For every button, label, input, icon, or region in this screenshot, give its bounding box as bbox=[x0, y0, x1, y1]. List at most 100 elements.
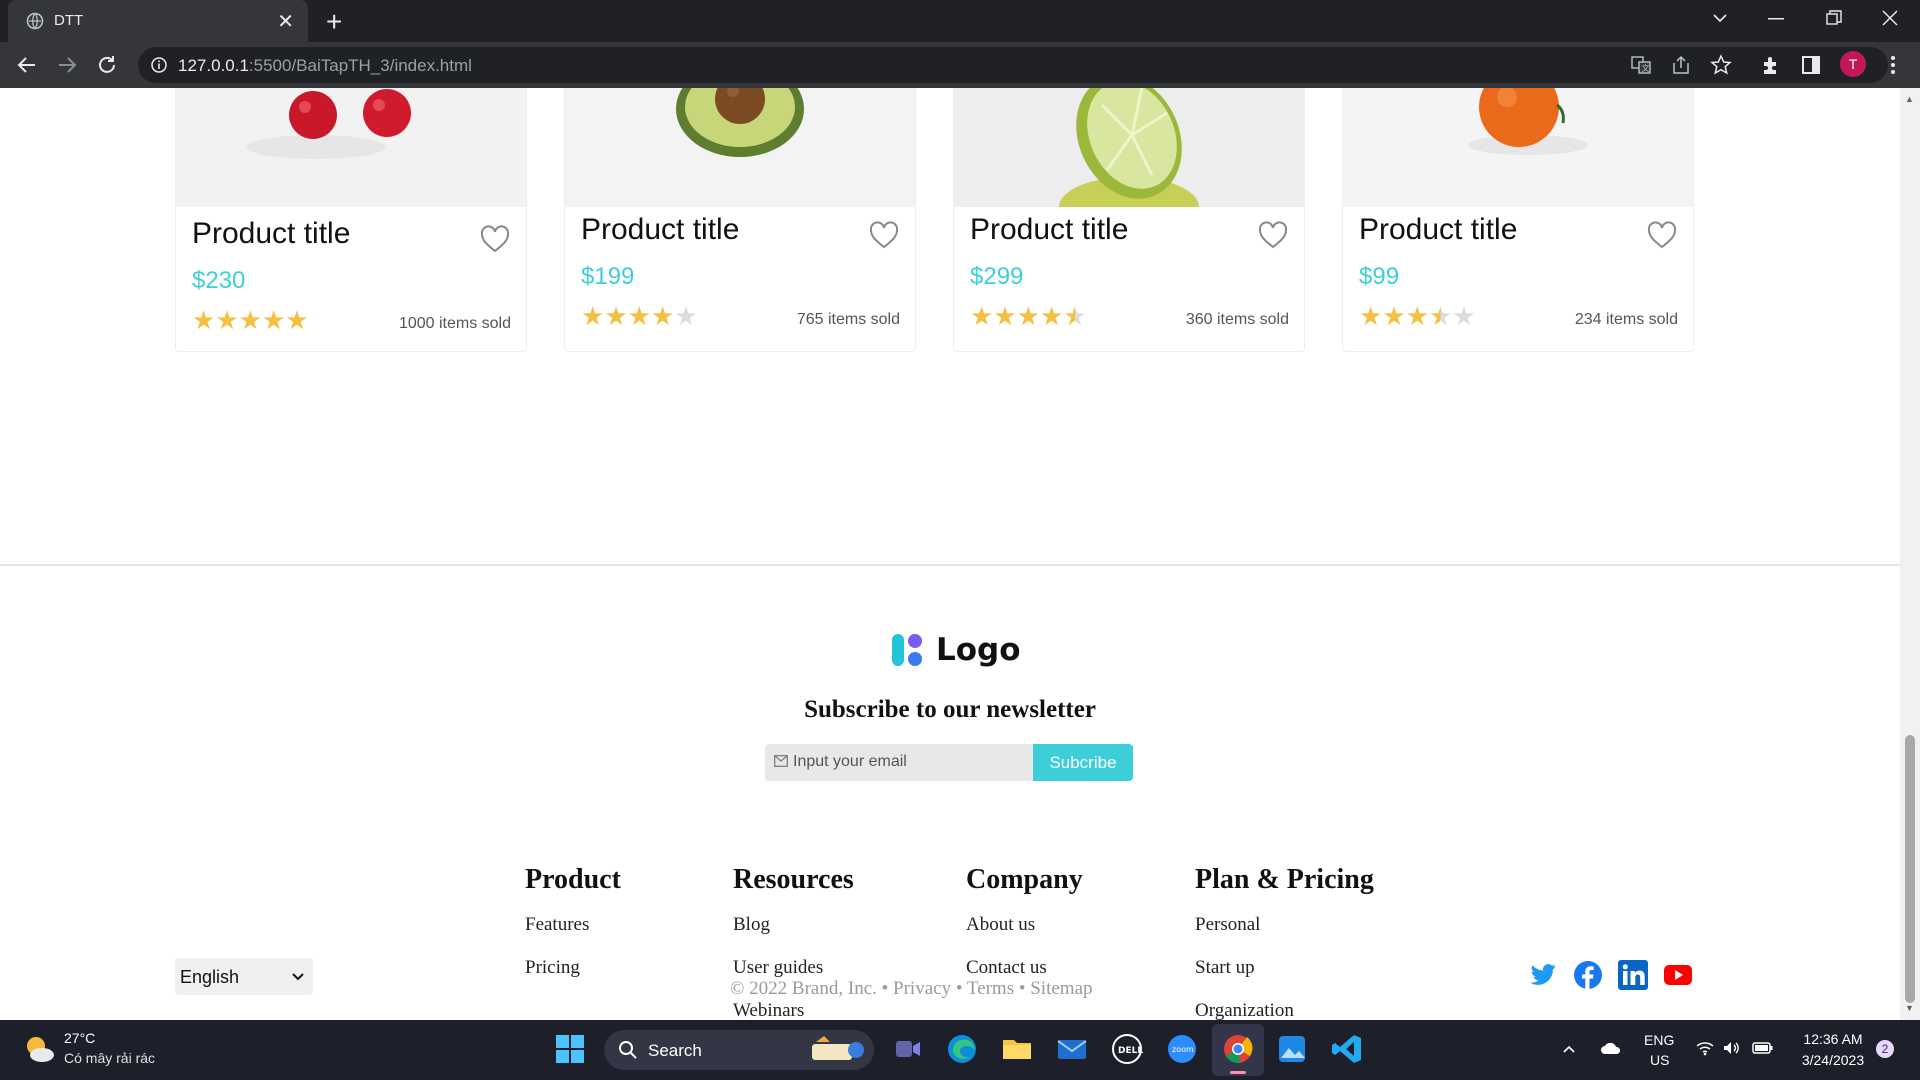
photos-icon[interactable] bbox=[1275, 1032, 1309, 1066]
search-label: Search bbox=[648, 1041, 702, 1060]
forward-icon[interactable] bbox=[56, 54, 78, 76]
heart-icon[interactable] bbox=[1258, 221, 1288, 249]
mail-app-icon[interactable] bbox=[1055, 1032, 1089, 1066]
windows-taskbar: 27°C Có mây rải rác Search DELL zoom ENG… bbox=[0, 1020, 1920, 1080]
extensions-icon[interactable] bbox=[1760, 54, 1782, 76]
clock-time[interactable]: 12:36 AM bbox=[1798, 1031, 1868, 1047]
star-icon: ★ bbox=[1382, 301, 1406, 331]
svg-text:文: 文 bbox=[1642, 63, 1650, 73]
product-card[interactable]: Product title $99 ★★★★★ 234 items sold bbox=[1342, 88, 1694, 352]
url-text: 127.0.0.1:5500/BaiTapTH_3/index.html bbox=[178, 56, 472, 76]
email-input[interactable]: Input your email bbox=[765, 744, 1033, 781]
youtube-icon[interactable] bbox=[1663, 960, 1693, 990]
chrome-icon bbox=[1224, 1035, 1253, 1064]
footer-link[interactable]: Webinars bbox=[733, 1000, 854, 1020]
rating-stars: ★★★★★ bbox=[581, 301, 698, 332]
teams-meet-icon[interactable] bbox=[890, 1032, 924, 1066]
footer-link[interactable]: Pricing bbox=[525, 957, 621, 1000]
footer-link[interactable]: Features bbox=[525, 914, 621, 957]
taskbar-search[interactable]: Search bbox=[604, 1030, 874, 1070]
more-menu-icon[interactable] bbox=[1882, 54, 1904, 76]
address-bar[interactable]: 127.0.0.1:5500/BaiTapTH_3/index.html 文 bbox=[138, 47, 1888, 83]
restore-icon[interactable] bbox=[1826, 10, 1842, 26]
footer-link[interactable]: Organization bbox=[1195, 1000, 1374, 1020]
footer-link[interactable]: Blog bbox=[733, 914, 854, 957]
footer-logo[interactable]: Logo bbox=[890, 630, 1040, 670]
back-icon[interactable] bbox=[16, 54, 38, 76]
windows-start-icon[interactable] bbox=[554, 1033, 586, 1065]
items-sold: 765 items sold bbox=[796, 311, 900, 328]
onedrive-cloud-icon[interactable] bbox=[1600, 1040, 1622, 1056]
star-icon: ★ bbox=[650, 301, 675, 331]
wifi-icon[interactable] bbox=[1696, 1040, 1714, 1056]
new-tab-button[interactable]: + bbox=[326, 6, 342, 38]
product-card[interactable]: Product title $199 ★★★★★ 765 items sold bbox=[564, 88, 916, 352]
footer-link[interactable]: About us bbox=[966, 914, 1083, 957]
url-path: :5500/BaiTapTH_3/index.html bbox=[248, 56, 472, 75]
scroll-down-icon[interactable]: ▼ bbox=[1905, 1003, 1914, 1013]
product-title[interactable]: Product title bbox=[581, 213, 739, 247]
close-window-icon[interactable] bbox=[1882, 10, 1898, 26]
battery-icon[interactable] bbox=[1752, 1040, 1774, 1056]
footer-column-heading: Plan & Pricing bbox=[1195, 864, 1374, 895]
mail-icon bbox=[774, 755, 788, 767]
site-info-icon[interactable] bbox=[150, 56, 168, 74]
subscribe-button[interactable]: Subcribe bbox=[1033, 744, 1133, 781]
input-lang-top[interactable]: ENG bbox=[1644, 1032, 1674, 1048]
reload-icon[interactable] bbox=[96, 54, 118, 76]
product-image-lime bbox=[954, 88, 1304, 207]
scrollbar-thumb[interactable] bbox=[1905, 735, 1915, 1003]
heart-icon[interactable] bbox=[480, 225, 510, 253]
vscode-icon[interactable] bbox=[1330, 1032, 1364, 1066]
weather-description[interactable]: Có mây rải rác bbox=[64, 1050, 155, 1066]
file-explorer-icon[interactable] bbox=[1000, 1032, 1034, 1066]
footer-link[interactable]: Personal bbox=[1195, 914, 1374, 957]
heart-icon[interactable] bbox=[869, 221, 899, 249]
items-sold: 234 items sold bbox=[1574, 311, 1678, 328]
heart-icon[interactable] bbox=[1647, 221, 1677, 249]
bookmark-star-icon[interactable] bbox=[1710, 54, 1732, 76]
edge-icon[interactable] bbox=[945, 1032, 979, 1066]
facebook-icon[interactable] bbox=[1573, 960, 1603, 990]
dell-icon[interactable]: DELL bbox=[1110, 1032, 1144, 1066]
star-icon: ★ bbox=[1405, 301, 1429, 331]
product-card[interactable]: Product title $299 ★★★★★ 360 items sold bbox=[953, 88, 1305, 352]
product-title[interactable]: Product title bbox=[970, 213, 1128, 247]
browser-tab-bar: DTT ✕ + bbox=[0, 0, 1920, 42]
globe-icon bbox=[26, 12, 44, 30]
rating-stars: ★★★★★ bbox=[192, 305, 309, 336]
zoom-icon[interactable]: zoom bbox=[1165, 1032, 1199, 1066]
input-lang-bottom[interactable]: US bbox=[1650, 1052, 1669, 1068]
tab-search-icon[interactable] bbox=[1712, 12, 1728, 24]
star-icon: ★ bbox=[238, 305, 262, 335]
share-icon[interactable] bbox=[1670, 54, 1692, 76]
weather-partly-cloudy-icon[interactable] bbox=[22, 1032, 56, 1066]
star-icon: ★ bbox=[1428, 301, 1453, 331]
translate-icon[interactable]: 文 bbox=[1630, 54, 1652, 76]
search-icon bbox=[619, 1041, 637, 1059]
footer-link[interactable]: Start up bbox=[1195, 957, 1374, 1000]
items-sold: 360 items sold bbox=[1185, 311, 1289, 328]
product-card[interactable]: Product title $230 ★★★★★ 1000 items sold bbox=[175, 88, 527, 352]
search-highlight-icon bbox=[812, 1036, 864, 1060]
clock-date[interactable]: 3/24/2023 bbox=[1796, 1052, 1870, 1068]
linkedin-icon[interactable] bbox=[1618, 960, 1648, 990]
side-panel-icon[interactable] bbox=[1800, 54, 1822, 76]
footer-column-plan-pricing: Plan & Pricing Personal Start up Organiz… bbox=[1195, 864, 1374, 1020]
scroll-up-icon[interactable]: ▲ bbox=[1905, 94, 1914, 104]
page-scrollbar[interactable]: ▲ ▼ bbox=[1900, 88, 1920, 1020]
footer-divider bbox=[0, 564, 1900, 566]
product-title[interactable]: Product title bbox=[1359, 213, 1517, 247]
chrome-active-tile[interactable] bbox=[1212, 1024, 1264, 1076]
weather-temperature[interactable]: 27°C bbox=[64, 1030, 95, 1046]
product-title[interactable]: Product title bbox=[192, 217, 350, 251]
volume-icon[interactable] bbox=[1722, 1039, 1740, 1057]
profile-avatar[interactable]: T bbox=[1840, 51, 1866, 77]
notification-badge[interactable]: 2 bbox=[1876, 1040, 1894, 1058]
language-select[interactable]: English bbox=[175, 958, 313, 995]
browser-tab[interactable]: DTT ✕ bbox=[8, 0, 308, 42]
tray-overflow-chevron-icon[interactable] bbox=[1562, 1044, 1576, 1054]
close-tab-icon[interactable]: ✕ bbox=[277, 9, 294, 34]
twitter-icon[interactable] bbox=[1528, 960, 1558, 990]
minimize-icon[interactable] bbox=[1768, 18, 1784, 20]
